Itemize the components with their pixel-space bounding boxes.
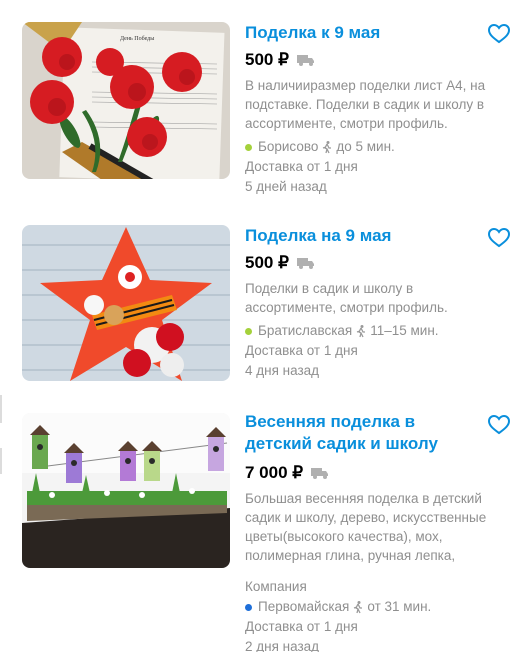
- walk-time: 11–15 мин.: [370, 323, 439, 338]
- photo-carnations: День Победы: [22, 22, 230, 179]
- favorite-heart-icon[interactable]: [488, 228, 510, 248]
- listing-price: 7 000 ₽: [245, 463, 304, 482]
- walk-time: до 5 мин.: [336, 139, 395, 154]
- seller-type: Компания: [245, 579, 307, 594]
- walking-person-icon: [323, 140, 332, 153]
- listing-description: В наличиирaзмер поделки лист А4, на подс…: [245, 78, 486, 131]
- posted-date: 2 дня назад: [245, 639, 320, 652]
- listing-description: Большая весенняя поделка в детский садик…: [245, 491, 487, 563]
- delivery-info: Доставка от 1 дня: [245, 619, 358, 634]
- listing-card[interactable]: Весенняя поделка в детский садик и школу…: [0, 405, 524, 652]
- walking-person-icon: [357, 324, 366, 337]
- metro-line-dot: [245, 143, 252, 151]
- listing-title[interactable]: Поделка к 9 мая: [245, 22, 505, 44]
- photo-birdhouses: [22, 413, 230, 568]
- listing-photo[interactable]: День Победы: [22, 22, 230, 179]
- metro-station: Борисово: [258, 139, 319, 154]
- posted-date: 4 дня назад: [245, 363, 320, 378]
- listing-title[interactable]: Поделка на 9 мая: [245, 225, 505, 247]
- posted-date: 5 дней назад: [245, 179, 327, 194]
- delivery-info: Доставка от 1 дня: [245, 343, 358, 358]
- truck-icon: [296, 55, 314, 66]
- listing-photo[interactable]: [22, 225, 230, 381]
- metro-line-dot: [245, 603, 252, 611]
- metro-station: Братиславская: [258, 323, 353, 338]
- walking-person-icon: [354, 600, 363, 613]
- listing-title[interactable]: Весенняя поделка в детский садик и школу: [245, 411, 467, 455]
- metro-line-dot: [245, 327, 252, 335]
- favorite-heart-icon[interactable]: [488, 415, 510, 435]
- truck-icon: [311, 468, 329, 479]
- delivery-info: Доставка от 1 дня: [245, 159, 358, 174]
- favorite-heart-icon[interactable]: [488, 24, 510, 44]
- listing-price: 500 ₽: [245, 253, 289, 272]
- walk-time: от 31 мин.: [367, 599, 432, 614]
- metro-station: Первомайская: [258, 599, 350, 614]
- photo-caption: День Победы: [120, 35, 154, 42]
- photo-star: [22, 225, 230, 381]
- listing-price: 500 ₽: [245, 50, 289, 69]
- listing-card[interactable]: День Победы Поделка к 9 мая 500 ₽ В нали…: [0, 0, 524, 205]
- listing-photo[interactable]: [22, 413, 230, 568]
- truck-icon: [296, 258, 314, 269]
- listing-description: Поделки в садик и школу в ассортименте, …: [245, 281, 448, 315]
- listing-card[interactable]: Поделка на 9 мая 500 ₽ Поделки в садик и…: [0, 205, 524, 405]
